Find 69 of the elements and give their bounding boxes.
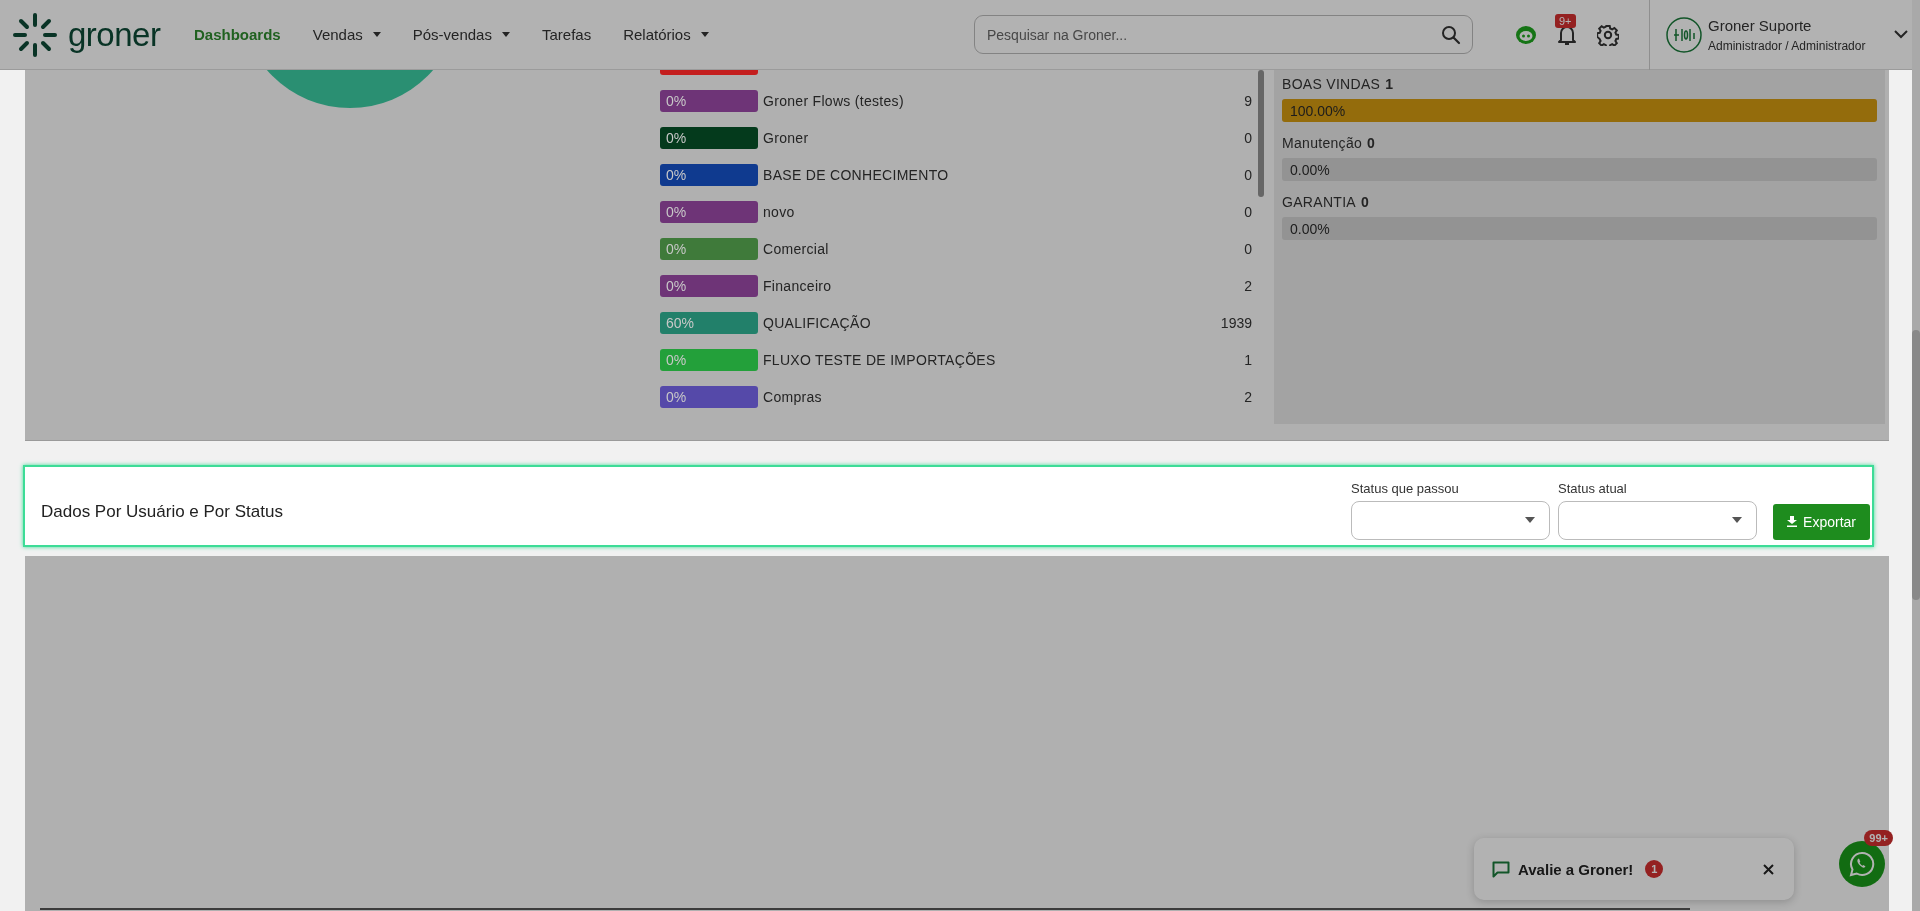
status-count: 0 bbox=[1244, 203, 1252, 220]
search-field[interactable]: Pesquisar na Groner... bbox=[974, 15, 1473, 54]
progress-percent: 0.00% bbox=[1290, 162, 1330, 178]
filter-label: Status atual bbox=[1558, 480, 1628, 496]
logo-text: groner bbox=[68, 15, 161, 54]
nav-link[interactable]: Dashboards bbox=[194, 26, 281, 43]
funnel-count: 1 bbox=[1385, 76, 1394, 92]
select-field[interactable] bbox=[1558, 500, 1758, 540]
download-icon bbox=[1787, 516, 1798, 527]
funnel-name: BOAS VINDAS bbox=[1282, 76, 1381, 92]
whatsapp-icon bbox=[1849, 851, 1875, 877]
nav-link[interactable]: Pós-vendas bbox=[412, 26, 510, 43]
status-badge: 0% bbox=[660, 126, 758, 149]
avatar-icon[interactable] bbox=[1666, 16, 1702, 53]
scrollbar-thumb[interactable] bbox=[1258, 70, 1264, 197]
caret-icon bbox=[1525, 517, 1536, 523]
status-count: 9 bbox=[1244, 92, 1252, 109]
status-badge: 0% bbox=[660, 200, 758, 223]
funnel-count: 0 bbox=[1360, 194, 1370, 210]
status-badge: 0% bbox=[660, 274, 758, 297]
status-count: 2 bbox=[1244, 388, 1252, 405]
filter-label: Status que passou bbox=[1351, 480, 1460, 496]
status-label: Compras bbox=[763, 388, 822, 405]
progress-percent: 0.00% bbox=[1290, 221, 1330, 237]
status-label: Groner Flows (testes) bbox=[763, 92, 904, 109]
nav-link[interactable]: Relatórios bbox=[623, 26, 709, 43]
user-name: Groner Suporte bbox=[1708, 16, 1813, 34]
chevron-down-icon[interactable] bbox=[1894, 30, 1908, 39]
nav-link[interactable]: Tarefas bbox=[541, 26, 592, 43]
status-badge: 0% bbox=[660, 89, 758, 112]
status-label: novo bbox=[763, 203, 795, 220]
nav-link[interactable]: Vendas bbox=[312, 26, 381, 43]
status-count: 1 bbox=[1244, 351, 1252, 368]
status-badge: 0% bbox=[660, 385, 758, 408]
export-button[interactable]: Exportar bbox=[1773, 503, 1870, 540]
status-label: BASE DE CONHECIMENTO bbox=[763, 166, 949, 183]
search-icon[interactable] bbox=[1441, 25, 1461, 45]
count-badge: 1 bbox=[1645, 860, 1664, 878]
toast-text: Avalie a Groner! bbox=[1518, 860, 1634, 878]
status-count: 2 bbox=[1244, 277, 1252, 294]
chat-icon bbox=[1492, 860, 1510, 878]
scrollbar-thumb[interactable] bbox=[1912, 330, 1920, 600]
status-badge: 60% bbox=[660, 311, 758, 334]
funnel-name: Manutenção bbox=[1282, 135, 1363, 151]
logo-icon bbox=[12, 11, 58, 58]
settings-icon[interactable] bbox=[1597, 23, 1619, 46]
status-count: 0 bbox=[1244, 166, 1252, 183]
status-count: 1939 bbox=[1220, 314, 1252, 331]
status-badge: 0% bbox=[660, 163, 758, 186]
close-icon[interactable] bbox=[1763, 863, 1774, 875]
user-role: Administrador / Administrador bbox=[1708, 38, 1867, 53]
status-badge: 0% bbox=[660, 237, 758, 260]
status-count: 0 bbox=[1244, 240, 1252, 257]
robot-face-icon[interactable] bbox=[1515, 24, 1537, 45]
status-count: 0 bbox=[1244, 129, 1252, 146]
status-label: Financeiro bbox=[763, 277, 832, 294]
status-label: Comercial bbox=[763, 240, 829, 257]
status-label: FLUXO TESTE DE IMPORTAÇÕES bbox=[763, 351, 996, 368]
count-badge: 99+ bbox=[1864, 830, 1893, 846]
section-title: Dados Por Usuário e Por Status bbox=[41, 502, 283, 522]
status-label: Groner bbox=[763, 129, 809, 146]
funnel-name: GARANTIA bbox=[1282, 194, 1356, 210]
caret-icon bbox=[1732, 517, 1743, 523]
progress-percent: 100.00% bbox=[1290, 103, 1346, 119]
status-label: QUALIFICAÇÃO bbox=[763, 314, 871, 331]
funnel-count: 0 bbox=[1367, 135, 1376, 151]
select-field[interactable] bbox=[1351, 500, 1551, 540]
status-badge: 0% bbox=[660, 348, 758, 371]
notification-badge: 9+ bbox=[1555, 13, 1576, 28]
